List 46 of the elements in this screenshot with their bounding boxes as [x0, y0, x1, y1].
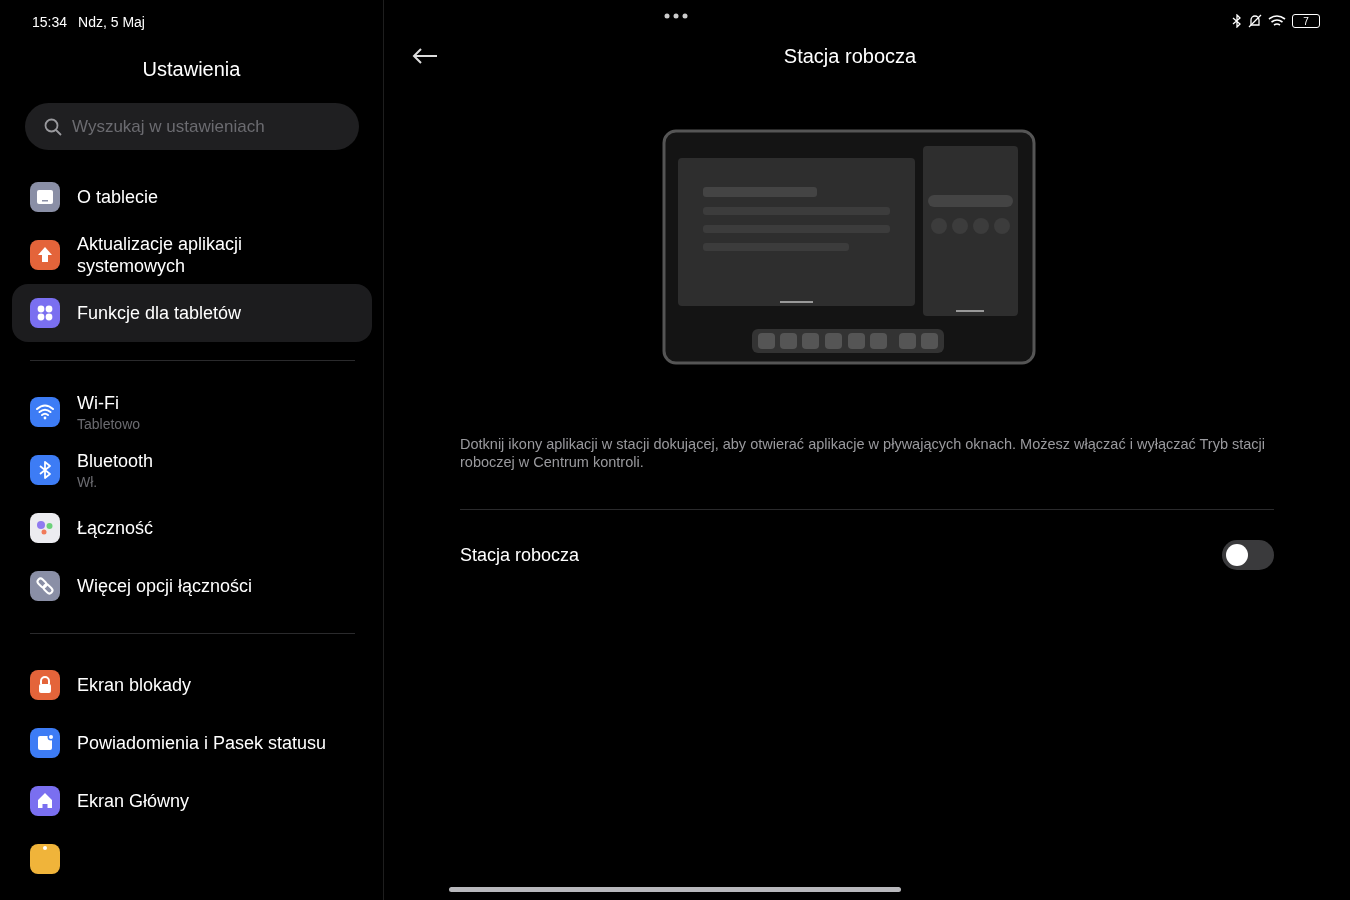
four-dots-icon: [30, 298, 60, 328]
item-label: Powiadomienia i Pasek statusu: [77, 732, 327, 754]
description-text: Dotknij ikony aplikacji w stacji dokującej, aby otwierać aplikacje w pływających oknach. Możesz włączać i wyłączać Tryb stacji roboczej w Centrum kontroli.: [460, 435, 1267, 471]
tablet-icon: [30, 182, 60, 212]
settings-item[interactable]: Wi-Fi Tabletowo: [12, 383, 372, 441]
item-label: Bluetooth: [77, 450, 154, 472]
item-label: Łączność: [77, 517, 154, 539]
sidebar-title: Ustawienia: [142, 58, 241, 81]
item-status: Tabletowo: [77, 416, 141, 432]
item-label: Funkcje dla tabletów: [77, 302, 242, 324]
item-label: Wi-Fi: [77, 392, 120, 414]
status-time: 15:34: [32, 14, 68, 32]
chain-link-icon: [30, 571, 60, 601]
padlock-icon: [30, 670, 60, 700]
more-icon[interactable]: [664, 13, 688, 19]
search-field[interactable]: Wyszukaj w ustawieniach: [25, 103, 359, 150]
settings-item[interactable]: Bluetooth Wł.: [12, 441, 372, 499]
item-label: Ekran Główny: [77, 790, 190, 812]
settings-item[interactable]: Powiadomienia i Pasek statusu: [12, 714, 372, 772]
muted-bell-icon: [1248, 14, 1262, 28]
item-label: Ekran blokady: [77, 674, 192, 696]
bluetooth-icon: [1232, 14, 1242, 28]
wifi-icon: [1268, 14, 1286, 28]
battery-icon: 7: [1292, 14, 1320, 28]
settings-item[interactable]: Aktualizacje aplikacji systemowych: [12, 226, 372, 284]
settings-item[interactable]: Ekran blokady: [12, 656, 372, 714]
back-arrow-icon[interactable]: [412, 47, 438, 65]
item-label: Aktualizacje aplikacji systemowych: [77, 233, 244, 277]
settings-item[interactable]: Łączność: [12, 499, 372, 557]
settings-item[interactable]: Funkcje dla tabletów: [12, 284, 372, 342]
page-title: Stacja robocza: [782, 44, 918, 68]
colored-dots-icon: [30, 513, 60, 543]
item-label: O tablecie: [77, 186, 159, 208]
item-label: Więcej opcji łączności: [77, 575, 253, 597]
settings-item[interactable]: Więcej opcji łączności: [12, 557, 372, 615]
wifi-icon: [30, 397, 60, 427]
toggle-switch[interactable]: [1222, 540, 1274, 570]
app-icon: [30, 844, 60, 874]
bluetooth-icon: [30, 455, 60, 485]
status-date: Ndz, 5 Maj: [78, 14, 145, 32]
item-status: Wł.: [77, 474, 99, 490]
settings-item[interactable]: O tablecie: [12, 168, 372, 226]
notification-icon: [30, 728, 60, 758]
house-icon: [30, 786, 60, 816]
setting-label: Stacja robocza: [460, 544, 580, 566]
settings-item[interactable]: Ekran Główny: [12, 772, 372, 830]
